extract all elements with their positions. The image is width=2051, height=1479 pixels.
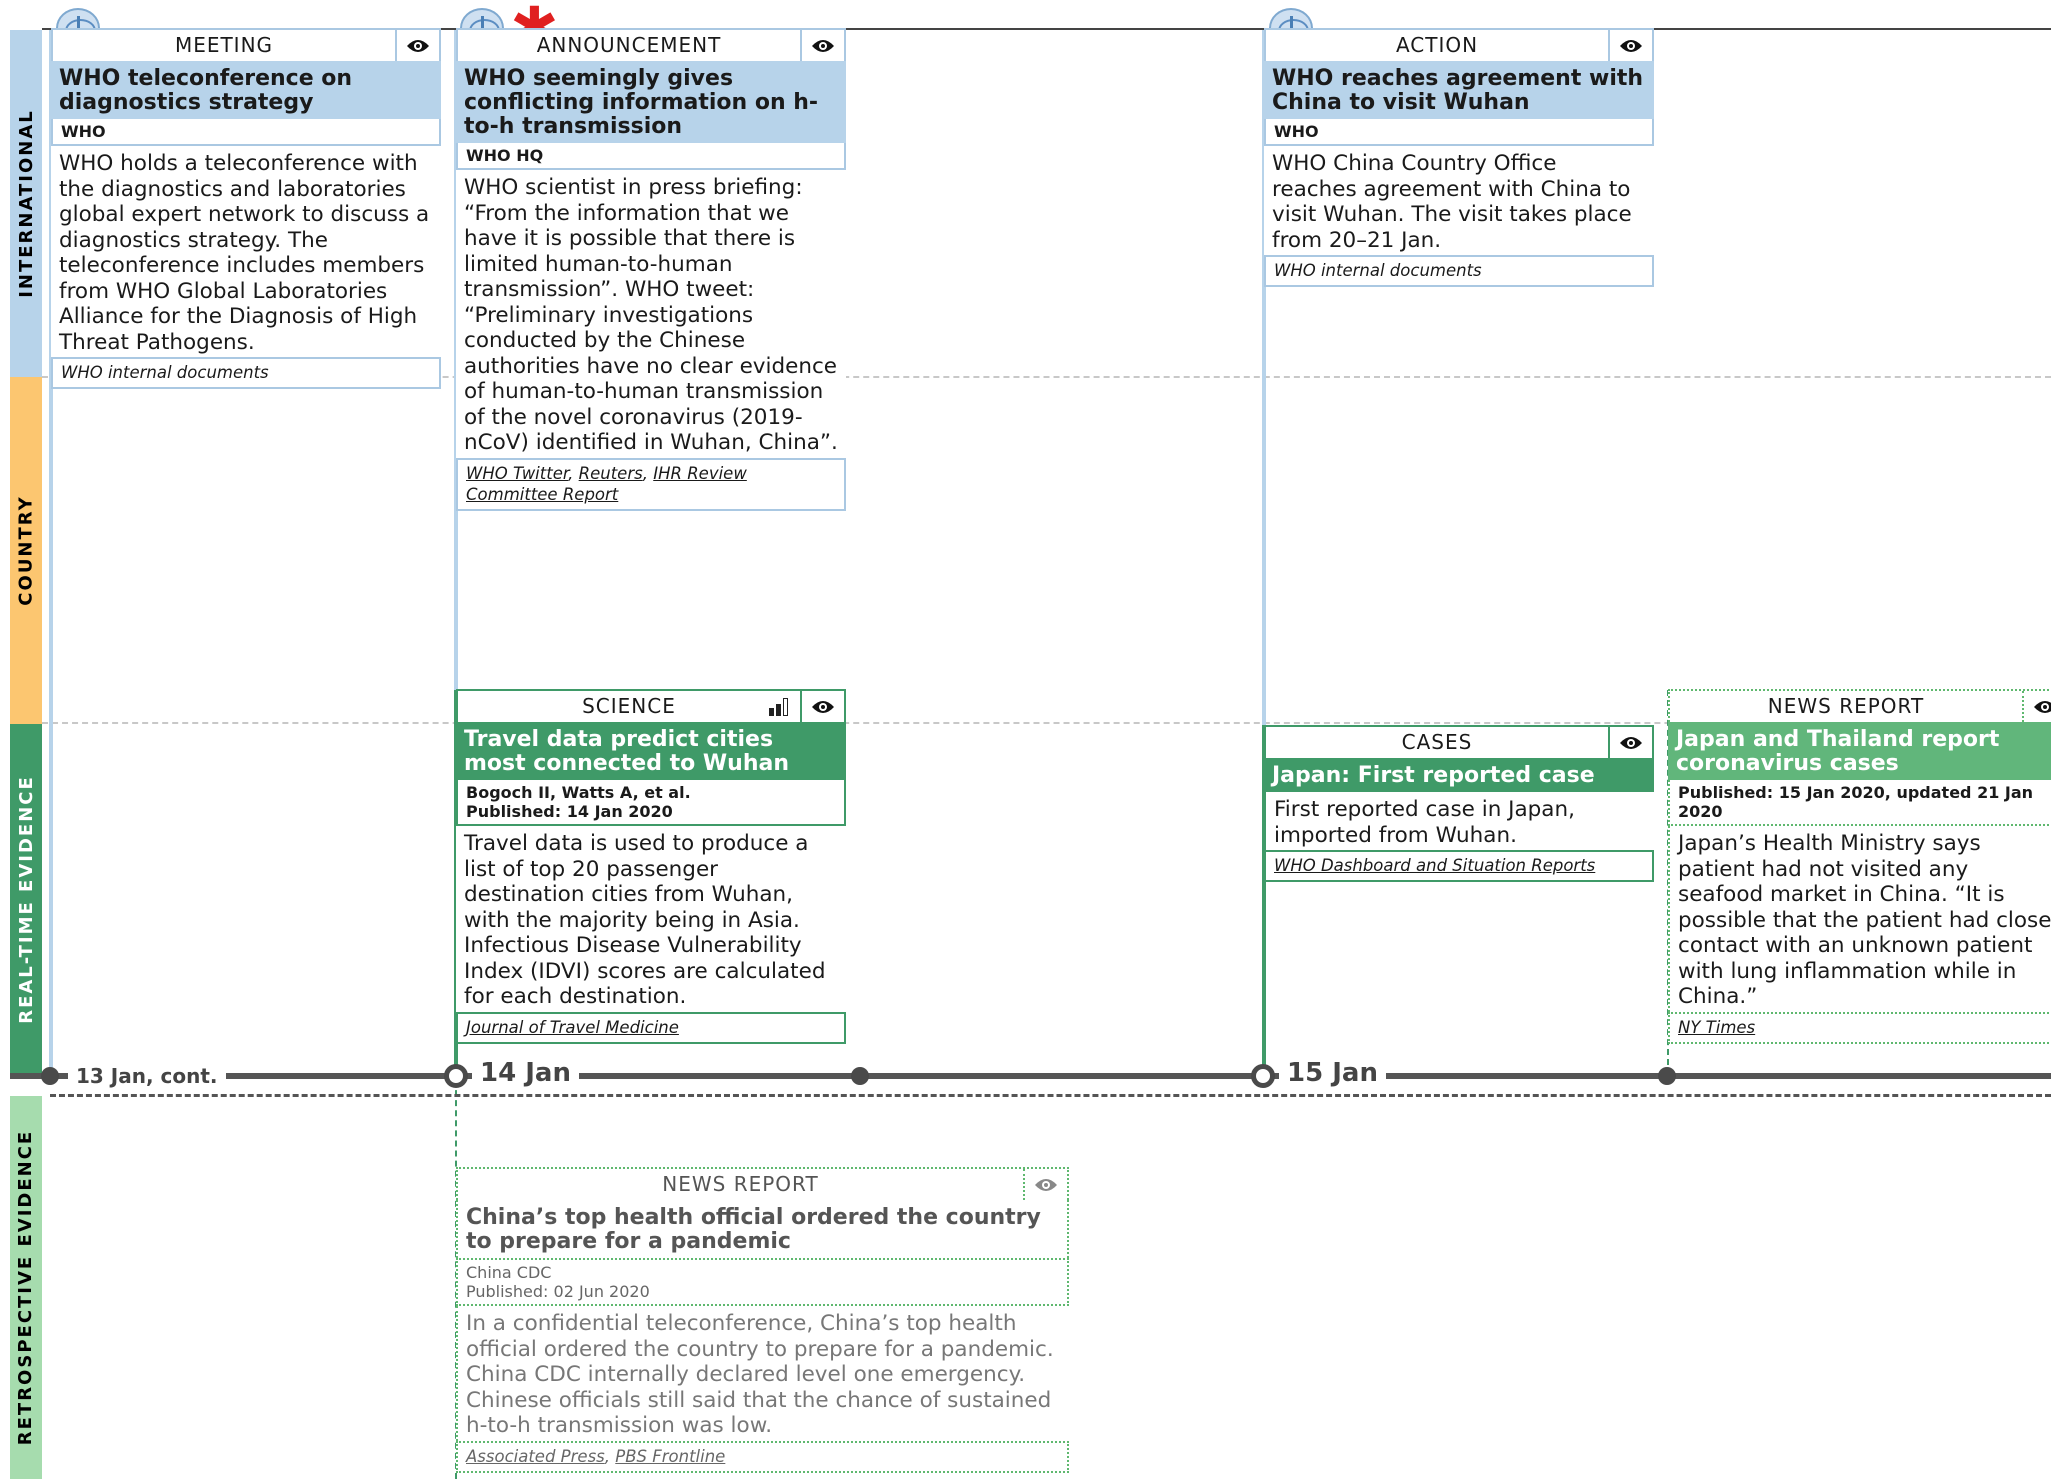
lane-label-country: COUNTRY <box>15 495 37 606</box>
card-body: WHO scientist in press briefing: “From t… <box>464 175 838 455</box>
eye-icon[interactable] <box>800 30 844 61</box>
card-source: WHO internal documents <box>51 357 441 389</box>
event-card-news-japan[interactable]: NEWS REPORT Japan and Thailand report co… <box>1668 689 2051 1044</box>
timeline-node <box>41 1067 59 1085</box>
event-card-cases[interactable]: CASES Japan: First reported case First r… <box>1264 725 1654 882</box>
card-source: WHO internal documents <box>1264 255 1654 287</box>
card-actor: WHO <box>1264 119 1654 146</box>
card-body: WHO China Country Office reaches agreeme… <box>1272 151 1632 253</box>
eye-icon[interactable] <box>1608 30 1652 61</box>
card-actor: China CDC <box>466 1263 552 1282</box>
card-type-label: ANNOUNCEMENT <box>536 33 722 57</box>
timeline-node-day <box>444 1064 468 1088</box>
card-published-date: Published: 02 Jun 2020 <box>466 1282 650 1301</box>
timeline-node <box>1658 1067 1676 1085</box>
card-authors: China CDC Published: 02 Jun 2020 <box>456 1258 1069 1306</box>
source-link[interactable]: WHO Dashboard and Situation Reports <box>1274 856 1595 875</box>
card-authors-names: Bogoch II, Watts A, et al. <box>466 783 691 802</box>
source-link[interactable]: PBS Frontline <box>615 1447 725 1466</box>
source-link[interactable]: NY Times <box>1678 1018 1755 1037</box>
event-card-action[interactable]: ACTION WHO reaches agreement with China … <box>1264 28 1654 287</box>
card-type-label: ACTION <box>1395 33 1479 57</box>
eye-icon[interactable] <box>2022 691 2051 722</box>
card-type-label: NEWS REPORT <box>662 1172 819 1196</box>
card-type-label: CASES <box>1401 730 1473 754</box>
card-source: WHO Dashboard and Situation Reports <box>1264 850 1654 882</box>
card-title: WHO teleconference on diagnostics strate… <box>51 61 441 119</box>
card-title: Travel data predict cities most connecte… <box>456 722 846 780</box>
card-title: WHO reaches agreement with China to visi… <box>1264 61 1654 119</box>
card-body: WHO holds a teleconference with the diag… <box>59 151 430 355</box>
lane-label-international: INTERNATIONAL <box>15 109 37 298</box>
card-published-date: Published: 15 Jan 2020, updated 21 Jan 2… <box>1668 780 2051 826</box>
signal-bars-icon <box>769 698 788 716</box>
event-card-news-retrospective[interactable]: NEWS REPORT China’s top health official … <box>456 1167 1069 1473</box>
card-title: WHO seemingly gives conflicting informat… <box>456 61 846 143</box>
card-body: First reported case in Japan, imported f… <box>1264 792 1654 850</box>
source-link[interactable]: Journal of Travel Medicine <box>466 1018 679 1037</box>
card-body: Travel data is used to produce a list of… <box>464 831 826 1009</box>
eye-icon[interactable] <box>1608 727 1652 758</box>
event-card-announcement[interactable]: ANNOUNCEMENT WHO seemingly gives conflic… <box>456 28 846 511</box>
retrospective-separator <box>50 1094 2051 1097</box>
lane-label-realtime: REAL-TIME EVIDENCE <box>15 774 37 1024</box>
eye-icon[interactable] <box>1023 1169 1067 1200</box>
timeline-date-14jan: 14 Jan <box>472 1058 579 1088</box>
card-source: NY Times <box>1668 1011 2051 1044</box>
lane-label-retrospective: RETROSPECTIVE EVIDENCE <box>15 1129 37 1446</box>
card-body: In a confidential teleconference, China’… <box>456 1306 1069 1441</box>
card-sources: Associated Press, PBS Frontline <box>456 1440 1069 1473</box>
eye-icon[interactable] <box>395 30 439 61</box>
timeline-node-day <box>1251 1064 1275 1088</box>
card-authors: Bogoch II, Watts A, et al. Published: 14… <box>456 780 846 826</box>
timeline-axis <box>10 1073 2051 1079</box>
card-type-label: SCIENCE <box>458 691 800 722</box>
source-link[interactable]: Associated Press <box>466 1447 605 1466</box>
event-card-science[interactable]: SCIENCE Travel data predict cities most … <box>456 689 846 1044</box>
card-type-label: NEWS REPORT <box>1767 694 1925 718</box>
timeline-date-13jan: 13 Jan, cont. <box>68 1064 226 1088</box>
card-actor: WHO <box>51 119 441 146</box>
card-sources: WHO Twitter, Reuters, IHR Review Committ… <box>456 457 846 511</box>
card-title: Japan and Thailand report coronavirus ca… <box>1668 722 2051 780</box>
card-published-date: Published: 14 Jan 2020 <box>466 802 673 821</box>
source-link[interactable]: WHO Twitter <box>466 464 568 483</box>
source-link[interactable]: Reuters <box>579 464 643 483</box>
card-title: China’s top health official ordered the … <box>456 1200 1069 1258</box>
event-card-meeting[interactable]: MEETING WHO teleconference on diagnostic… <box>51 28 441 389</box>
timeline-node <box>851 1067 869 1085</box>
card-type-label: MEETING <box>174 33 274 57</box>
card-title: Japan: First reported case <box>1264 758 1654 792</box>
timeline-date-15jan: 15 Jan <box>1279 1058 1386 1088</box>
eye-icon[interactable] <box>800 691 844 722</box>
card-source: Journal of Travel Medicine <box>456 1011 846 1044</box>
card-body: Japan’s Health Ministry says patient had… <box>1668 826 2051 1012</box>
card-actor: WHO HQ <box>456 143 846 170</box>
